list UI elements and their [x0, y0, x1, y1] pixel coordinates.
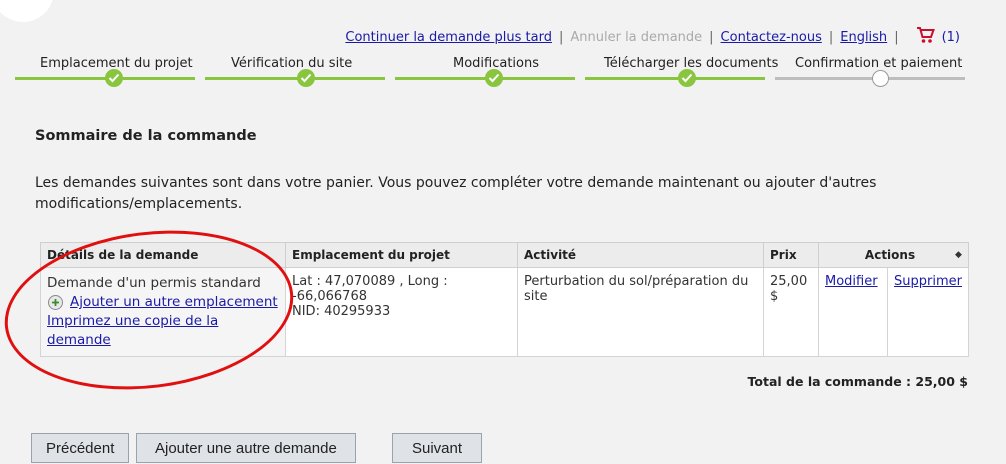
header-actions-label: Actions — [864, 248, 916, 262]
pending-step-icon — [872, 70, 889, 87]
cell-location: Lat : 47,070089 , Long : -66,066768 NID:… — [285, 267, 518, 357]
check-icon — [297, 69, 315, 87]
top-links: Continuer la demande plus tard | Annuler… — [345, 26, 960, 48]
header-location: Emplacement du projet — [285, 242, 518, 268]
step-5-label: Confirmation et paiement — [795, 56, 963, 71]
cell-price: 25,00 $ — [763, 267, 819, 357]
location-nid: NID: 40295933 — [292, 304, 391, 319]
delete-link[interactable]: Supprimer — [894, 274, 962, 289]
check-icon — [678, 69, 696, 87]
cart-button[interactable]: (1) — [916, 26, 960, 48]
location-coordinates: Lat : 47,070089 , Long : -66,066768 — [292, 274, 448, 304]
cancel-request-link: Annuler la demande — [570, 29, 703, 45]
logo-circle — [0, 0, 54, 22]
cell-modify: Modifier — [818, 267, 888, 357]
cell-details: Demande d'un permis standard Ajouter un … — [40, 267, 286, 357]
cell-delete: Supprimer — [887, 267, 969, 357]
step-line-done — [585, 77, 765, 80]
continue-later-link[interactable]: Continuer la demande plus tard — [345, 30, 552, 45]
cell-activity: Perturbation du sol/préparation du site — [517, 267, 764, 357]
next-button[interactable]: Suivant — [392, 433, 483, 463]
print-copy-link[interactable]: Imprimez une copie de la demande — [47, 313, 218, 348]
step-line-pending — [775, 77, 965, 80]
progress-steps: Emplacement du projet Vérification du si… — [0, 50, 1006, 90]
cart-icon — [916, 26, 936, 48]
add-location-link[interactable]: Ajouter un autre emplacement — [70, 293, 278, 312]
orders-table: Détails de la demande Emplacement du pro… — [40, 242, 969, 357]
header-actions[interactable]: Actions ◆ — [818, 242, 969, 268]
add-location-row: Ajouter un autre emplacement — [47, 293, 279, 312]
separator: | — [828, 29, 834, 45]
add-icon[interactable] — [48, 295, 63, 310]
summary-intro: Les demandes suivantes sont dans votre p… — [35, 175, 877, 212]
separator: | — [709, 29, 714, 45]
request-type: Demande d'un permis standard — [47, 275, 261, 291]
step-4-label: Télécharger les documents — [604, 56, 779, 71]
table-header-row: Détails de la demande Emplacement du pro… — [40, 242, 969, 268]
step-line-done — [205, 77, 385, 80]
contact-link[interactable]: Contactez-nous — [721, 30, 822, 45]
cart-count: (1) — [941, 29, 960, 45]
order-total: Total de la commande : 25,00 $ — [747, 374, 968, 389]
header-price: Prix — [763, 242, 819, 268]
sort-icon[interactable]: ◆ — [955, 250, 962, 260]
header-details: Détails de la demande — [40, 242, 286, 268]
header-activity: Activité — [517, 242, 764, 268]
summary-title: Sommaire de la commande — [35, 128, 257, 144]
separator: | — [558, 29, 564, 45]
previous-button[interactable]: Précédent — [31, 433, 130, 463]
modify-link[interactable]: Modifier — [825, 274, 878, 289]
separator: | — [894, 29, 899, 45]
english-link[interactable]: English — [840, 30, 887, 45]
step-2-label: Vérification du site — [231, 56, 353, 71]
add-request-button[interactable]: Ajouter une autre demande — [136, 433, 356, 463]
table-row: Demande d'un permis standard Ajouter un … — [40, 267, 969, 357]
check-icon — [105, 69, 123, 87]
check-icon — [485, 69, 503, 87]
